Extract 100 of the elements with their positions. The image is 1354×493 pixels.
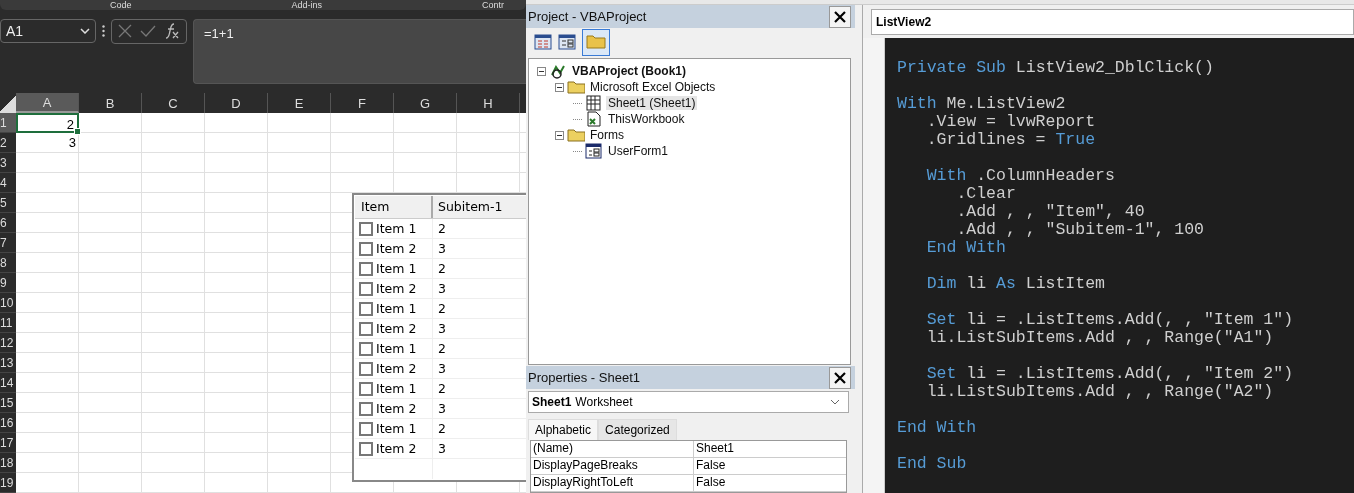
toggle-folders-button[interactable]: [582, 28, 610, 56]
checkbox[interactable]: [359, 341, 373, 356]
row-header[interactable]: 17: [0, 433, 16, 453]
column-header[interactable]: E: [268, 93, 331, 113]
row-header[interactable]: 13: [0, 353, 16, 373]
checkbox[interactable]: [359, 241, 373, 256]
cell[interactable]: 2: [16, 113, 79, 133]
checkbox[interactable]: [359, 441, 373, 456]
row-header[interactable]: 1: [0, 113, 16, 133]
row-header[interactable]: 18: [0, 453, 16, 473]
close-icon: [833, 370, 847, 385]
list-item[interactable]: Item 1: [376, 341, 417, 356]
list-item[interactable]: Item 1: [376, 261, 417, 276]
column-header[interactable]: A: [16, 93, 79, 113]
property-value[interactable]: Sheet1: [694, 441, 735, 457]
formula-field[interactable]: =1+1: [193, 18, 526, 84]
column-header[interactable]: B: [79, 93, 142, 113]
object-type: Worksheet: [575, 395, 633, 409]
checkbox[interactable]: [359, 281, 373, 296]
row-header[interactable]: 11: [0, 313, 16, 333]
view-code-icon[interactable]: [534, 34, 552, 50]
row-header[interactable]: 2: [0, 133, 16, 153]
property-name[interactable]: DisplayPageBreaks: [531, 458, 694, 474]
checkbox[interactable]: [359, 361, 373, 376]
folder-icon: [567, 79, 585, 95]
row-header[interactable]: 12: [0, 333, 16, 353]
column-header[interactable]: C: [142, 93, 205, 113]
tree-item[interactable]: ThisWorkbook: [606, 112, 687, 126]
property-value[interactable]: False: [694, 475, 726, 491]
row-header[interactable]: 9: [0, 273, 16, 293]
list-item[interactable]: Item 1: [376, 381, 417, 396]
column-header[interactable]: Subitem-1: [433, 196, 526, 218]
select-all-corner[interactable]: [0, 93, 16, 113]
fill-handle[interactable]: [74, 128, 81, 135]
list-item[interactable]: Item 2: [376, 361, 417, 376]
column-header[interactable]: G: [394, 93, 457, 113]
list-item[interactable]: Item 2: [376, 241, 417, 256]
workbook-icon: [585, 111, 603, 127]
row-header[interactable]: 5: [0, 193, 16, 213]
code-line: Set li = .ListItems.Add(, , "Item 2"): [925, 365, 1295, 383]
code-line: .View = lvwReport: [925, 113, 1097, 131]
ribbon-group-label: Add-ins: [291, 0, 323, 10]
checkmark-icon[interactable]: [140, 25, 156, 38]
row-header[interactable]: 3: [0, 153, 16, 173]
checkbox[interactable]: [359, 401, 373, 416]
cell[interactable]: 3: [16, 133, 79, 153]
list-item[interactable]: Item 2: [376, 281, 417, 296]
checkbox[interactable]: [359, 301, 373, 316]
list-subitem: 3: [437, 280, 447, 298]
object-dropdown[interactable]: Sheet1 Worksheet: [528, 391, 849, 413]
row-header[interactable]: 19: [0, 473, 16, 493]
object-dropdown[interactable]: ListView2: [871, 9, 1354, 35]
tree-item[interactable]: UserForm1: [606, 144, 670, 158]
collapse-toggle[interactable]: [555, 130, 564, 140]
column-header[interactable]: F: [331, 93, 394, 113]
checkbox[interactable]: [359, 261, 373, 276]
checkbox[interactable]: [359, 221, 373, 236]
collapse-toggle[interactable]: [555, 82, 564, 92]
code-line: End Sub: [897, 455, 968, 473]
list-item[interactable]: Item 1: [376, 221, 417, 236]
row-header[interactable]: 14: [0, 373, 16, 393]
code-editor[interactable]: [885, 38, 1354, 493]
row-header[interactable]: 10: [0, 293, 16, 313]
cancel-icon[interactable]: [118, 24, 132, 39]
row-header[interactable]: 7: [0, 233, 16, 253]
column-header[interactable]: Item: [355, 196, 433, 218]
row-header[interactable]: 4: [0, 173, 16, 193]
close-button[interactable]: [829, 5, 851, 28]
close-button[interactable]: [829, 366, 851, 389]
function-icon[interactable]: [164, 23, 180, 40]
collapse-toggle[interactable]: [537, 66, 546, 76]
view-object-icon[interactable]: [558, 34, 576, 50]
checkbox[interactable]: [359, 381, 373, 396]
panel-title: Properties - Sheet1: [528, 370, 640, 385]
list-item[interactable]: Item 2: [376, 441, 417, 456]
tab[interactable]: Categorized: [598, 419, 677, 440]
name-box[interactable]: A1: [0, 18, 96, 43]
chevron-down-icon: [80, 27, 90, 34]
row-header[interactable]: 6: [0, 213, 16, 233]
row-header[interactable]: 16: [0, 413, 16, 433]
list-item[interactable]: Item 2: [376, 401, 417, 416]
more-icon[interactable]: [102, 24, 105, 37]
tab[interactable]: Alphabetic: [528, 419, 599, 440]
column-header[interactable]: D: [205, 93, 268, 113]
list-subitem: 3: [437, 400, 447, 418]
checkbox[interactable]: [359, 321, 373, 336]
row-header[interactable]: 8: [0, 253, 16, 273]
tree-item[interactable]: Sheet1 (Sheet1): [606, 96, 698, 110]
row-header[interactable]: 15: [0, 393, 16, 413]
property-value[interactable]: False: [694, 458, 726, 474]
list-item[interactable]: Item 1: [376, 421, 417, 436]
tree-item[interactable]: Forms: [588, 128, 626, 142]
column-header[interactable]: H: [457, 93, 520, 113]
property-name[interactable]: DisplayRightToLeft: [531, 475, 694, 491]
property-name[interactable]: (Name): [531, 441, 694, 457]
list-item[interactable]: Item 2: [376, 321, 417, 336]
tree-item[interactable]: Microsoft Excel Objects: [588, 80, 718, 94]
checkbox[interactable]: [359, 421, 373, 436]
tree-item[interactable]: VBAProject (Book1): [570, 64, 689, 78]
list-item[interactable]: Item 1: [376, 301, 417, 316]
